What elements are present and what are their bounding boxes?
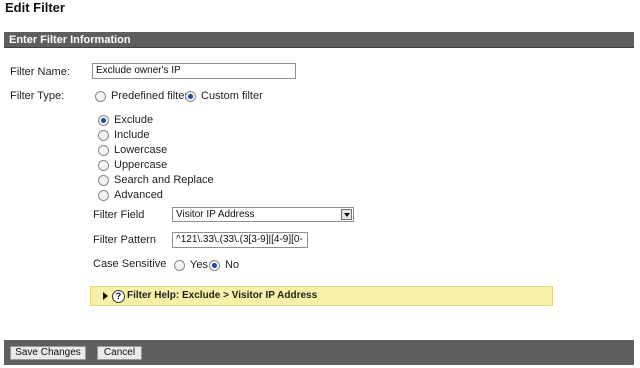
cancel-button[interactable]: Cancel [97,346,142,360]
case-sensitive-label: Case Sensitive [93,258,167,270]
page-title: Edit Filter [5,0,65,15]
filter-name-label: Filter Name: [10,66,70,78]
filter-field-select[interactable]: Visitor IP Address [172,207,354,222]
custom-option-uppercase[interactable]: Uppercase [98,159,167,171]
filter-field-selected-value: Visitor IP Address [176,209,255,220]
filter-field-label: Filter Field [93,209,145,221]
custom-option-search-replace[interactable]: Search and Replace [98,174,214,186]
case-sensitive-yes[interactable]: Yes [174,259,208,271]
radio-custom-filter[interactable] [185,90,196,102]
save-changes-button[interactable]: Save Changes [10,346,86,360]
radio-advanced[interactable] [98,189,109,201]
custom-option-label: Uppercase [114,159,168,171]
filter-type-predefined-label: Predefined filter [111,90,189,102]
radio-case-no[interactable] [209,259,220,271]
case-sensitive-no-label: No [225,259,240,271]
custom-option-label: Exclude [114,114,154,126]
custom-option-exclude[interactable]: Exclude [98,114,153,126]
filter-pattern-label: Filter Pattern [93,234,156,246]
radio-uppercase[interactable] [98,159,109,171]
filter-type-predefined[interactable]: Predefined filter [95,90,188,102]
custom-option-label: Lowercase [114,144,168,156]
help-icon: ? [112,290,125,303]
expand-arrow-icon[interactable] [103,292,108,300]
custom-option-advanced[interactable]: Advanced [98,189,163,201]
custom-option-lowercase[interactable]: Lowercase [98,144,167,156]
case-sensitive-yes-label: Yes [190,259,208,271]
filter-pattern-input[interactable]: ^121\.33\.(33\.(3[3-9]|[4-9][0- [172,232,308,248]
filter-help-text: Filter Help: Exclude > Visitor IP Addres… [127,290,318,301]
custom-option-include[interactable]: Include [98,129,149,141]
filter-type-custom-label: Custom filter [201,90,263,102]
filter-help-box[interactable]: ? Filter Help: Exclude > Visitor IP Addr… [90,286,553,306]
radio-exclude[interactable] [98,114,109,126]
case-sensitive-no[interactable]: No [209,259,239,271]
radio-lowercase[interactable] [98,144,109,156]
radio-predefined-filter[interactable] [95,90,106,102]
custom-option-label: Advanced [114,189,163,201]
radio-search-replace[interactable] [98,174,109,186]
custom-option-label: Include [114,129,150,141]
custom-option-label: Search and Replace [114,174,214,186]
filter-type-label: Filter Type: [10,90,65,102]
radio-include[interactable] [98,129,109,141]
filter-name-input[interactable]: Exclude owner's IP [92,63,296,79]
chevron-down-icon[interactable] [341,209,352,220]
section-header: Enter Filter Information [4,32,634,48]
filter-type-custom[interactable]: Custom filter [185,90,263,102]
radio-case-yes[interactable] [174,259,185,271]
